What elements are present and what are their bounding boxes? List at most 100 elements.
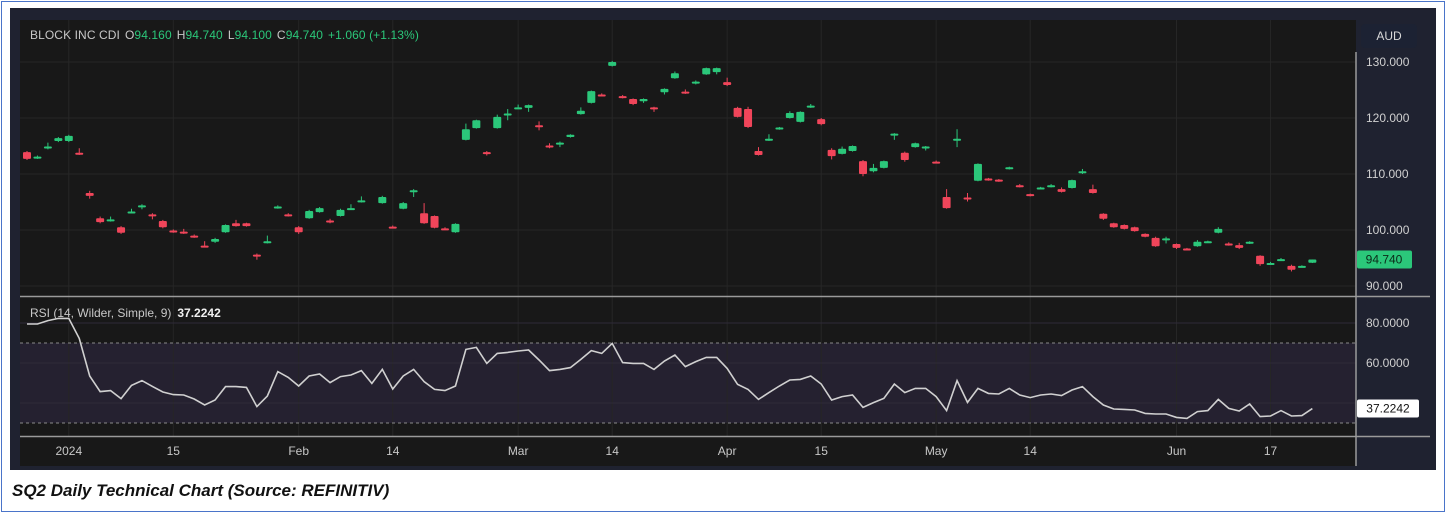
candle-body [211,238,220,242]
close-label: C [276,28,286,42]
candle-body [1141,233,1150,237]
rsi-label: RSI (14, Wilder, Simple, 9) [30,306,172,320]
candle-body [75,152,84,155]
candle-body [1287,265,1296,270]
candle-body [1182,248,1191,251]
candle-body [827,149,836,157]
candle-body [796,111,805,122]
candle [1120,224,1129,230]
price-tick-label: 130.000 [1366,55,1410,69]
candle [451,223,460,233]
candle [859,160,867,177]
candle [1151,236,1160,247]
candle [796,111,805,123]
candle [973,163,982,182]
candle-body [754,151,763,155]
low-label: L [227,28,235,42]
candle-body [973,163,982,181]
candle-body [670,73,679,79]
candle-body [785,112,794,118]
candle [221,224,230,233]
candle [242,222,251,227]
candle-body [1088,189,1097,194]
candle [1109,222,1118,228]
candle-body [409,190,418,193]
candle-body [817,119,826,125]
candle-body [838,148,847,154]
rsi-legend: RSI (14, Wilder, Simple, 9) 37.2242 [30,306,221,320]
candle-body [1266,263,1275,266]
candle-body [242,223,251,227]
candle-body [503,113,512,116]
price-tick-label: 110.000 [1366,167,1409,181]
candle-body [420,213,429,224]
candle-body [43,146,52,149]
candle-body [744,109,753,127]
open-label: O [124,28,135,42]
ohlc-legend: BLOCK INC CDI O94.160 H94.740 L94.100 C94.74… [30,28,424,42]
candle-body [629,98,638,104]
candle-body [441,228,449,231]
candle-body [576,110,585,115]
x-tick-label: Jun [1167,444,1186,458]
candle-body [252,254,261,257]
symbol-name: BLOCK INC CDI [30,28,120,42]
candle-body [137,205,146,208]
candle-body [618,96,627,99]
candle-body [23,152,31,159]
candle-body [921,146,930,149]
x-tick-label: May [925,444,948,458]
x-tick-label: Apr [718,444,737,458]
currency-button[interactable]: AUD [1361,24,1417,48]
candle-body [764,138,773,141]
x-tick-label: 15 [167,444,181,458]
candle [702,67,711,75]
last-price-label: 94.740 [1366,252,1403,266]
candle-body [1203,241,1212,244]
candle-body [1026,194,1035,197]
candle [158,219,167,229]
candle-body [545,145,554,148]
candle-body [1078,171,1087,174]
candle-body [1235,245,1244,248]
candle [744,106,753,129]
candle-body [1245,241,1254,244]
candle-body [514,107,523,110]
candle-body [232,223,240,227]
candle [472,119,481,129]
candle-body [1214,228,1223,233]
candle-body [326,220,335,223]
price-tick-label: 120.000 [1366,111,1410,125]
candle-body [305,210,314,219]
candle-body [524,105,533,108]
candle [911,142,920,148]
close-value: 94.740 [285,28,324,42]
candle-body [890,133,899,136]
candle-body [555,142,564,145]
candle-body [1130,227,1139,232]
high-label: H [176,28,186,42]
candle-body [106,219,115,222]
candle-body [1151,237,1160,247]
candle-body [54,138,63,141]
candle-body [984,178,993,181]
candle-body [1068,180,1076,188]
candle-body [1057,189,1066,192]
candlestick-chart[interactable]: 2024 15 Feb 14 Mar 14 Apr 15 May 14 Jun 17 90.000 100… [0,0,1448,472]
candle-body [900,152,909,160]
candle-body [1005,167,1014,170]
candle-body [775,127,784,130]
candle-body [482,152,491,155]
x-tick-label: 2024 [55,444,82,458]
x-tick-label: Feb [288,444,309,458]
candle-body [1015,185,1024,188]
candle-body [597,94,606,97]
candle [430,215,439,229]
candle-body [848,146,857,152]
rsi-tick-label: 80.0000 [1366,316,1410,330]
candle-body [712,68,721,73]
price-tick-label: 90.000 [1366,279,1403,293]
candle-body [461,129,470,140]
x-tick-label: Mar [508,444,529,458]
candle-body [879,161,888,168]
